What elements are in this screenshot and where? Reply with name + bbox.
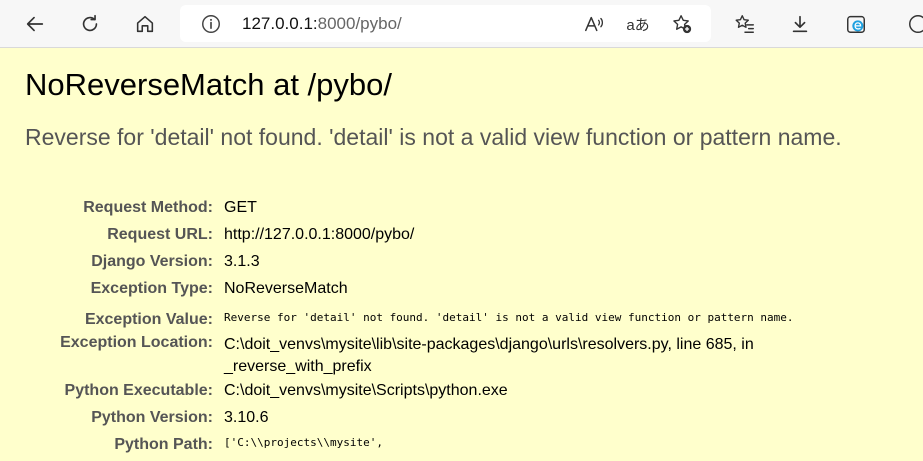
- request-meta-table: Request Method: GET Request URL: http://…: [0, 197, 864, 461]
- page-title: NoReverseMatch at /pybo/: [25, 67, 393, 102]
- table-row: Exception Location: C:\doit_venvs\mysite…: [0, 332, 864, 380]
- favorites-button[interactable]: [729, 8, 761, 40]
- address-path: 8000/pybo/: [317, 14, 402, 33]
- address-url[interactable]: 127.0.0.1:8000/pybo/: [242, 14, 402, 34]
- profile-button[interactable]: [902, 8, 923, 40]
- table-row: Python Executable: C:\doit_venvs\mysite\…: [0, 380, 864, 407]
- arrow-left-icon: [26, 16, 44, 32]
- row-label: Python Executable:: [64, 382, 213, 399]
- row-label: Request Method:: [83, 199, 213, 216]
- row-label: Request URL:: [107, 226, 213, 243]
- table-row: Request Method: GET: [0, 197, 864, 224]
- table-row: Django Version: 3.1.3: [0, 251, 864, 278]
- row-label: Exception Type:: [90, 280, 213, 297]
- row-value: 3.10.6: [224, 409, 269, 426]
- table-row: Exception Value: Reverse for 'detail' no…: [0, 305, 864, 332]
- row-value: GET: [224, 199, 257, 216]
- address-bar[interactable]: 127.0.0.1:8000/pybo/ aあ: [180, 5, 711, 42]
- row-value: C:\doit_venvs\mysite\lib\site-packages\d…: [224, 336, 754, 375]
- downloads-button[interactable]: [784, 8, 816, 40]
- read-aloud-icon: [585, 16, 604, 32]
- row-value: ['C:\\projects\\mysite',: [224, 436, 383, 449]
- favorites-list-icon: [735, 15, 754, 33]
- row-value: NoReverseMatch: [224, 280, 348, 297]
- row-label: Django Version:: [91, 253, 213, 270]
- table-row: Python Version: 3.10.6: [0, 407, 864, 434]
- back-button[interactable]: [19, 8, 51, 40]
- info-icon[interactable]: [200, 13, 222, 35]
- browser-toolbar: 127.0.0.1:8000/pybo/ aあ: [0, 0, 923, 48]
- home-button[interactable]: [129, 8, 161, 40]
- row-label: Python Path:: [114, 436, 213, 453]
- row-value: Reverse for 'detail' not found. 'detail'…: [224, 311, 794, 324]
- edge-button[interactable]: [840, 8, 872, 40]
- add-favorite-button[interactable]: [670, 12, 694, 36]
- edge-logo-icon: [847, 15, 865, 33]
- table-row: Request URL: http://127.0.0.1:8000/pybo/: [0, 224, 864, 251]
- row-value: 3.1.3: [224, 253, 260, 270]
- table-row: Python Path: ['C:\\projects\\mysite',: [0, 434, 864, 461]
- translate-icon: aあ: [626, 16, 650, 34]
- row-label: Python Version:: [91, 409, 213, 426]
- translate-button[interactable]: aあ: [626, 12, 650, 36]
- refresh-icon: [82, 14, 98, 32]
- table-row: Exception Type: NoReverseMatch: [0, 278, 864, 305]
- star-plus-icon: [673, 15, 692, 34]
- row-value: http://127.0.0.1:8000/pybo/: [224, 226, 415, 243]
- read-aloud-button[interactable]: [582, 12, 606, 36]
- row-value: C:\doit_venvs\mysite\Scripts\python.exe: [224, 382, 508, 399]
- avatar-icon: [909, 15, 923, 33]
- download-icon: [792, 15, 808, 33]
- row-label: Exception Location:: [60, 334, 213, 351]
- exception-message: Reverse for 'detail' not found. 'detail'…: [25, 124, 842, 150]
- refresh-button[interactable]: [74, 8, 106, 40]
- address-host: 127.0.0.1:: [242, 14, 318, 33]
- row-label: Exception Value:: [84, 311, 213, 328]
- home-icon: [136, 15, 154, 33]
